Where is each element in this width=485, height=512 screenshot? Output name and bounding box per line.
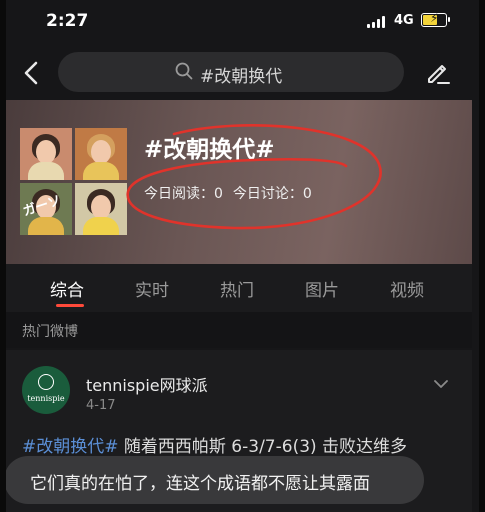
post-text: #改朝换代# 随着西西帕斯 6-3/7-6(3) 击败达维多 [22, 432, 462, 457]
post-hashtag[interactable]: #改朝换代# [22, 437, 119, 457]
section-label: 热门微博 [22, 324, 78, 340]
post-date: 4-17 [86, 398, 116, 413]
post-author[interactable]: tennispie网球派 [86, 372, 208, 396]
topic-stats: 今日阅读：0 今日讨论：0 [144, 183, 322, 203]
topic-title: #改朝换代# [144, 137, 275, 163]
search-bar[interactable]: #改朝换代 [58, 52, 404, 92]
tab-videos[interactable]: 视频 [390, 276, 424, 301]
tab-images[interactable]: 图片 [305, 276, 339, 301]
search-query[interactable]: #改朝换代 [200, 62, 282, 87]
phone-screen: 2:27 4G ⚡ #改朝换代 ガーソ #改朝换代# 今日阅读：0 今日讨论：0… [0, 0, 485, 512]
tab-bar: 综合 实时 热门 图片 视频 [6, 264, 472, 312]
signal-icon [367, 16, 387, 28]
status-bar: 2:27 4G ⚡ [0, 0, 485, 42]
section-header: 热门微博 [6, 312, 472, 348]
topic-banner: ガーソ #改朝换代# 今日阅读：0 今日讨论：0 [6, 100, 472, 264]
caption-overlay: 它们真的在怕了，连这个成语都不愿让其露面 [4, 456, 424, 504]
edit-pencil-icon[interactable] [424, 58, 452, 86]
cover-photo [20, 128, 72, 180]
battery-icon: ⚡ [421, 11, 450, 27]
avatar[interactable]: tennispie [22, 366, 70, 414]
tab-realtime[interactable]: 实时 [135, 276, 169, 301]
search-icon [175, 62, 193, 80]
tennis-ball-icon [38, 374, 54, 390]
tab-comprehensive[interactable]: 综合 [50, 276, 84, 301]
cover-photo: ガーソ [20, 183, 72, 235]
status-time: 2:27 [46, 11, 89, 31]
chevron-down-icon[interactable] [434, 374, 448, 388]
caption-text: 它们真的在怕了，连这个成语都不愿让其露面 [30, 474, 370, 494]
avatar-brand-text: tennispie [27, 394, 65, 403]
tab-hot[interactable]: 热门 [220, 276, 254, 301]
discuss-count: 今日讨论：0 [232, 186, 312, 202]
cover-photo [75, 128, 127, 180]
network-type: 4G [394, 13, 414, 28]
post-body: 随着西西帕斯 6-3/7-6(3) 击败达维多 [118, 437, 408, 457]
back-arrow-icon[interactable] [22, 60, 42, 86]
topic-cover-collage: ガーソ [20, 128, 128, 236]
read-count: 今日阅读：0 [144, 186, 223, 202]
active-tab-indicator [56, 304, 84, 307]
cover-photo [75, 183, 127, 235]
